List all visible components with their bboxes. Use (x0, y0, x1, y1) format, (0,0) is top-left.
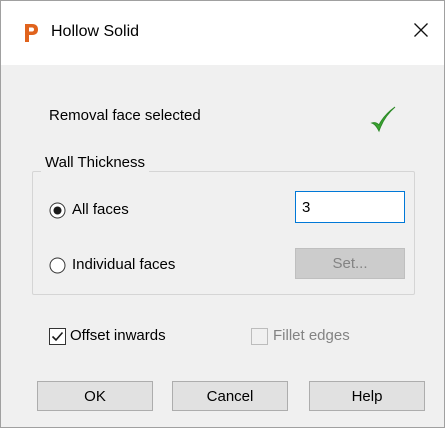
app-icon (23, 23, 39, 43)
fillet-edges-checkbox[interactable] (251, 328, 268, 345)
thickness-input[interactable] (295, 191, 405, 223)
title-bar[interactable]: Hollow Solid (1, 1, 444, 65)
status-label: Removal face selected (49, 107, 201, 124)
individual-faces-radio[interactable] (49, 257, 66, 274)
all-faces-radio[interactable] (49, 202, 66, 219)
checkmark-icon (369, 104, 397, 136)
wall-thickness-title: Wall Thickness (41, 153, 150, 173)
cancel-button[interactable]: Cancel (172, 381, 288, 411)
ok-button[interactable]: OK (37, 381, 153, 411)
offset-inwards-checkbox[interactable] (49, 328, 66, 345)
set-button[interactable]: Set... (295, 248, 405, 279)
help-button[interactable]: Help (309, 381, 425, 411)
fillet-edges-label[interactable]: Fillet edges (273, 326, 350, 346)
offset-inwards-label[interactable]: Offset inwards (70, 326, 166, 346)
window-title: Hollow Solid (51, 23, 140, 40)
close-button[interactable] (406, 17, 436, 47)
all-faces-label[interactable]: All faces (72, 200, 129, 220)
hollow-solid-dialog: Hollow Solid Removal face selected Wall … (0, 0, 445, 428)
individual-faces-label[interactable]: Individual faces (72, 255, 175, 275)
close-icon (413, 22, 429, 42)
